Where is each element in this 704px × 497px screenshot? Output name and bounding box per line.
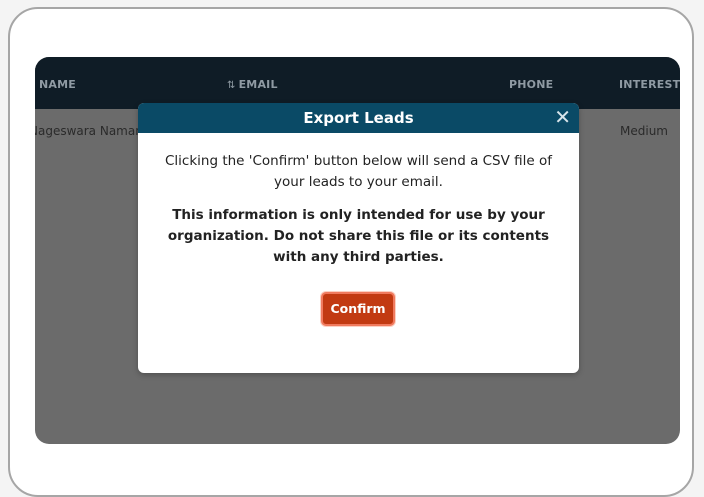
close-icon[interactable]: ✕ — [554, 105, 571, 129]
cell-name: Nageswara Naman — [35, 124, 143, 138]
dialog-message: Clicking the 'Confirm' button below will… — [164, 153, 553, 190]
dialog-warning: This information is only intended for us… — [167, 207, 550, 265]
column-header-phone[interactable]: PHONE — [509, 78, 553, 91]
table-header: NAME ⇅EMAIL PHONE INTEREST L — [35, 57, 680, 109]
column-header-name[interactable]: NAME — [39, 78, 76, 91]
column-header-email[interactable]: ⇅ EMAIL — [227, 78, 278, 91]
cell-interest: Medium — [620, 124, 668, 138]
dialog-title: Export Leads — [303, 109, 414, 127]
dialog-header: Export Leads ✕ — [138, 103, 579, 133]
sort-icon[interactable]: ⇅ — [227, 80, 236, 91]
confirm-button[interactable]: Confirm — [321, 292, 395, 326]
export-leads-dialog: Export Leads ✕ Clicking the 'Confirm' bu… — [138, 103, 579, 373]
column-header-email-label: EMAIL — [238, 78, 278, 91]
device-frame: NAME ⇅EMAIL PHONE INTEREST L Nageswara N… — [8, 7, 694, 497]
column-header-interest[interactable]: INTEREST L — [619, 78, 680, 91]
